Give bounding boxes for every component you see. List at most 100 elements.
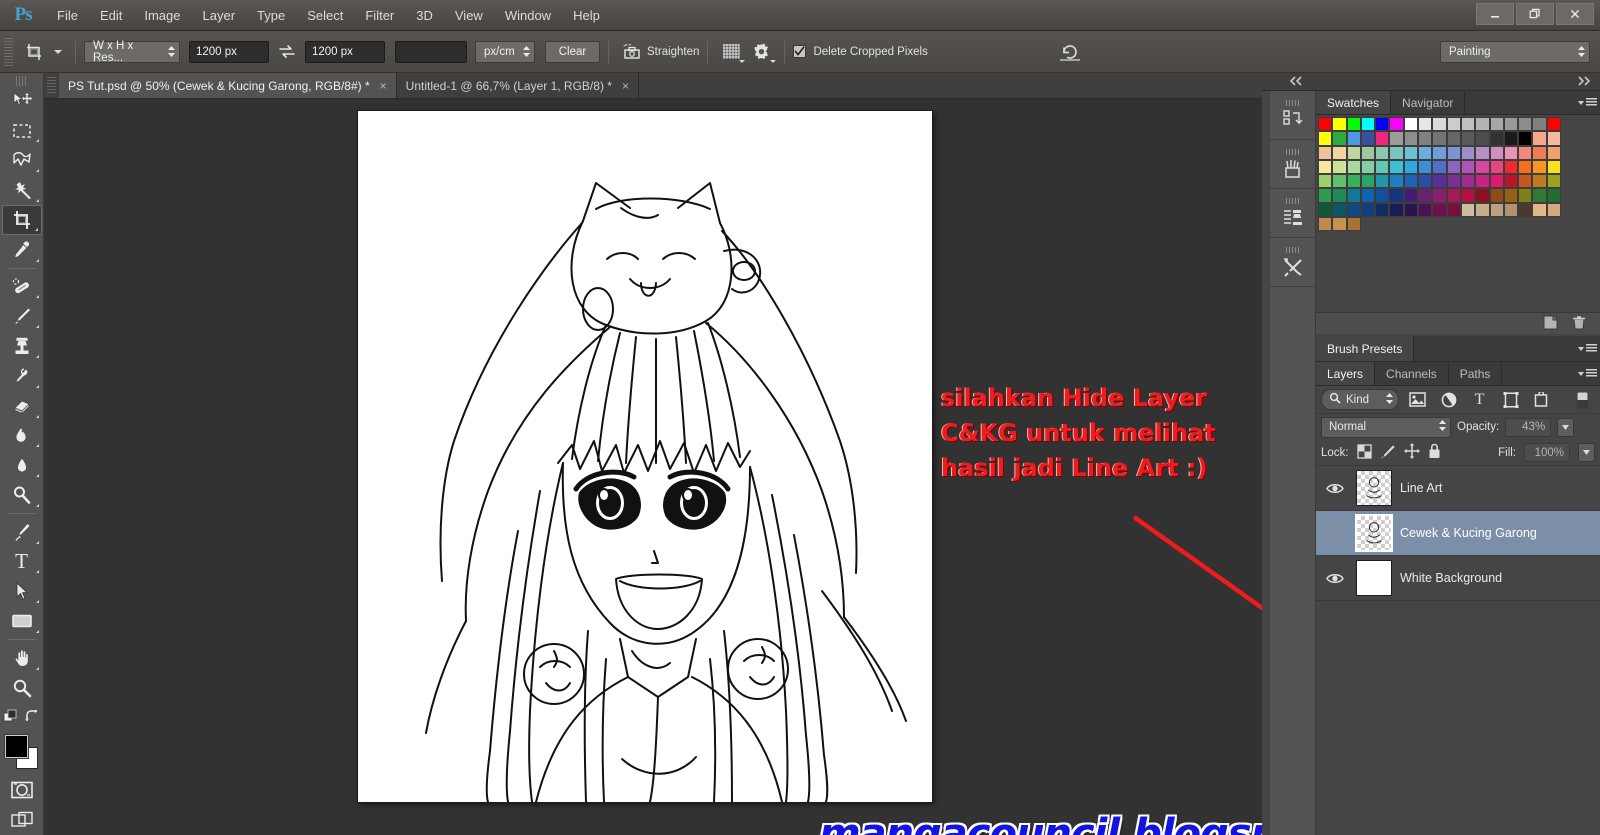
chevron-double-left-icon[interactable] bbox=[1288, 75, 1304, 89]
fill-input[interactable]: 100% bbox=[1524, 443, 1570, 462]
color-swatch[interactable] bbox=[1460, 117, 1476, 132]
grid-overlay-icon[interactable] bbox=[716, 39, 746, 65]
color-swatch[interactable] bbox=[1346, 159, 1361, 175]
color-swatch[interactable] bbox=[1360, 117, 1376, 132]
color-swatch[interactable] bbox=[1475, 188, 1490, 203]
color-swatch[interactable] bbox=[1360, 145, 1376, 160]
color-swatch[interactable] bbox=[1403, 159, 1419, 175]
lock-all-icon[interactable] bbox=[1428, 443, 1441, 462]
chevron-double-right-icon[interactable] bbox=[1576, 75, 1592, 89]
color-swatch[interactable] bbox=[1503, 202, 1519, 218]
color-swatch[interactable] bbox=[1418, 159, 1433, 175]
color-swatch[interactable] bbox=[1446, 159, 1461, 175]
layer-row[interactable]: White Background bbox=[1316, 556, 1600, 601]
dodge-tool[interactable] bbox=[2, 480, 42, 510]
close-button[interactable] bbox=[1556, 3, 1594, 25]
color-swatch[interactable] bbox=[1318, 217, 1333, 232]
color-swatch[interactable] bbox=[1532, 174, 1547, 189]
color-swatch[interactable] bbox=[1518, 159, 1533, 175]
menu-image[interactable]: Image bbox=[133, 0, 191, 31]
layer-list[interactable]: Line Art Cewek & Kucing Garong White Backg… bbox=[1316, 466, 1600, 601]
color-swatch[interactable] bbox=[1546, 131, 1562, 146]
color-swatch[interactable] bbox=[1418, 145, 1433, 160]
swap-colors-icon[interactable] bbox=[24, 707, 41, 727]
color-swatch[interactable] bbox=[1460, 174, 1476, 189]
color-swatch[interactable] bbox=[1360, 131, 1376, 146]
color-swatch[interactable] bbox=[1360, 159, 1376, 175]
pen-tool[interactable] bbox=[2, 517, 42, 547]
lock-position-icon[interactable] bbox=[1403, 443, 1420, 462]
color-swatch[interactable] bbox=[1375, 188, 1390, 203]
color-swatch[interactable] bbox=[1460, 202, 1476, 218]
color-swatch[interactable] bbox=[1546, 202, 1562, 218]
delete-cropped-pixels-label[interactable]: Delete Cropped Pixels bbox=[813, 46, 927, 58]
color-swatch[interactable] bbox=[1446, 174, 1461, 189]
color-swatch[interactable] bbox=[1432, 159, 1447, 175]
color-swatch[interactable] bbox=[1532, 117, 1547, 132]
adjustment-layer-filter-icon[interactable] bbox=[1436, 389, 1461, 411]
reset-arrow-icon[interactable] bbox=[1053, 39, 1087, 65]
brush-tool[interactable] bbox=[2, 301, 42, 331]
color-swatch[interactable] bbox=[1346, 174, 1361, 189]
layer-visibility-off-icon[interactable] bbox=[1322, 511, 1348, 556]
color-swatch[interactable] bbox=[1503, 131, 1519, 146]
type-layer-filter-icon[interactable]: T bbox=[1467, 389, 1492, 411]
layer-row[interactable]: Line Art bbox=[1316, 466, 1600, 511]
color-swatch[interactable] bbox=[1489, 145, 1504, 160]
color-swatch[interactable] bbox=[1346, 131, 1361, 146]
straighten-label[interactable]: Straighten bbox=[647, 46, 699, 58]
color-swatch[interactable] bbox=[1346, 217, 1361, 232]
color-swatch[interactable] bbox=[1460, 188, 1476, 203]
restore-button[interactable] bbox=[1516, 3, 1554, 25]
color-swatch[interactable] bbox=[1518, 145, 1533, 160]
menu-edit[interactable]: Edit bbox=[89, 0, 133, 31]
spot-healing-brush-tool[interactable] bbox=[2, 272, 42, 302]
tab-brush-presets[interactable]: Brush Presets bbox=[1316, 336, 1415, 361]
clone-stamp-tool[interactable] bbox=[2, 331, 42, 361]
menu-file[interactable]: File bbox=[46, 0, 89, 31]
zoom-tool[interactable] bbox=[2, 673, 42, 703]
menu-select[interactable]: Select bbox=[296, 0, 354, 31]
color-swatch[interactable] bbox=[1446, 145, 1461, 160]
color-swatch[interactable] bbox=[1318, 145, 1333, 160]
color-swatch[interactable] bbox=[1403, 131, 1419, 146]
color-swatch[interactable] bbox=[1389, 174, 1404, 189]
color-swatch[interactable] bbox=[1318, 117, 1333, 132]
color-swatch[interactable] bbox=[1460, 131, 1476, 146]
color-swatch[interactable] bbox=[1332, 131, 1347, 146]
color-swatch[interactable] bbox=[1489, 174, 1504, 189]
eyedropper-tool[interactable] bbox=[2, 235, 42, 265]
color-swatch[interactable] bbox=[1318, 159, 1333, 175]
color-swatch[interactable] bbox=[1375, 174, 1390, 189]
color-swatch[interactable] bbox=[1503, 117, 1519, 132]
gradient-tool[interactable] bbox=[2, 421, 42, 451]
color-swatch[interactable] bbox=[1546, 174, 1562, 189]
color-swatch[interactable] bbox=[1332, 174, 1347, 189]
color-swatch[interactable] bbox=[1446, 188, 1461, 203]
artboard[interactable] bbox=[358, 111, 932, 802]
color-swatch[interactable] bbox=[1418, 174, 1433, 189]
eraser-tool[interactable] bbox=[2, 391, 42, 421]
lasso-tool[interactable] bbox=[2, 145, 42, 175]
color-swatch[interactable] bbox=[1389, 188, 1404, 203]
opacity-input[interactable]: 43% bbox=[1505, 417, 1552, 437]
clear-button[interactable]: Clear bbox=[545, 40, 600, 63]
delete-cropped-pixels-checkbox[interactable] bbox=[793, 45, 807, 58]
swap-arrows-icon[interactable] bbox=[272, 39, 302, 65]
menu-3d[interactable]: 3D bbox=[405, 0, 444, 31]
color-swatch[interactable] bbox=[1475, 117, 1490, 132]
color-swatch[interactable] bbox=[1375, 145, 1390, 160]
document-tab[interactable]: Untitled-1 @ 66,7% (Layer 1, RGB/8) * × bbox=[397, 73, 639, 98]
tab-navigator[interactable]: Navigator bbox=[1391, 91, 1466, 114]
color-swatch[interactable] bbox=[1432, 131, 1447, 146]
color-swatch[interactable] bbox=[1475, 131, 1490, 146]
color-swatch[interactable] bbox=[1418, 131, 1433, 146]
blur-tool[interactable] bbox=[2, 450, 42, 480]
color-swatch[interactable] bbox=[1360, 202, 1376, 218]
color-swatch[interactable] bbox=[1403, 174, 1419, 189]
color-swatch[interactable] bbox=[1389, 117, 1404, 132]
swatch-grid[interactable] bbox=[1316, 115, 1600, 232]
history-brush-tool[interactable] bbox=[2, 361, 42, 391]
color-swatch[interactable] bbox=[1489, 159, 1504, 175]
color-swatch[interactable] bbox=[1489, 188, 1504, 203]
